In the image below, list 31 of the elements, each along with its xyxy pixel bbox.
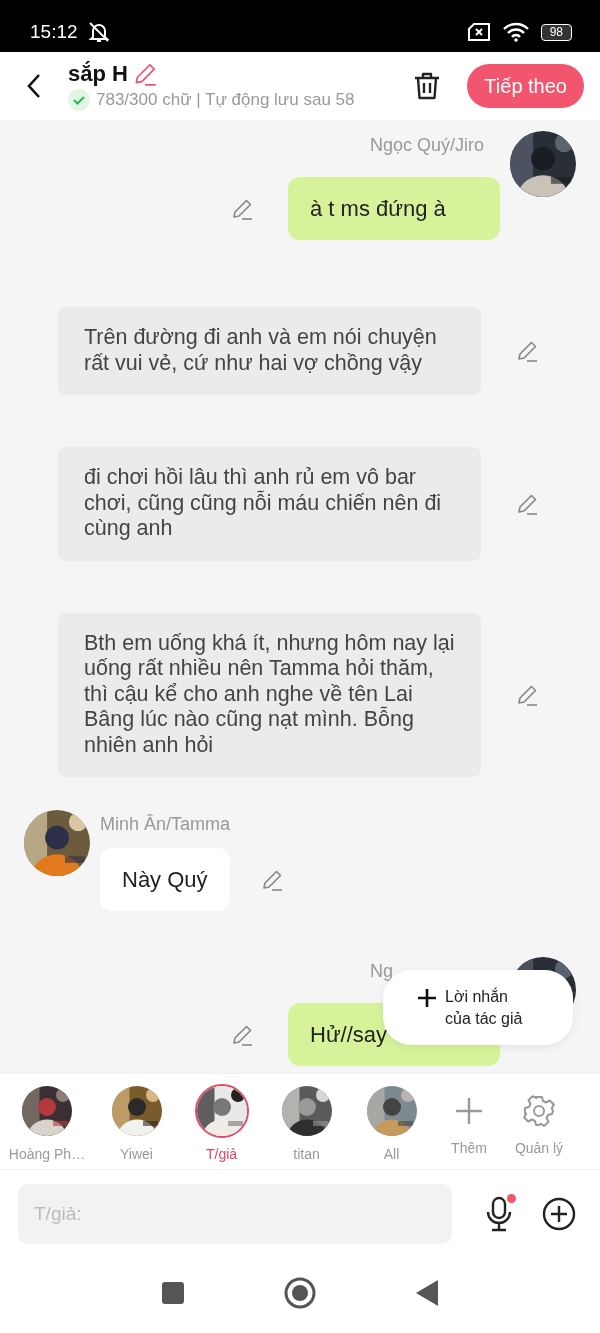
add-circle-icon[interactable] xyxy=(542,1197,576,1231)
narration-block: Bth em uống khá ít, nhưng hôm nay lại uống rất nhiều nên Tamma hỏi thăm, thì cậu kể cho anh nghe về tên Lai Bâng lúc nào cũng nạt mình. Bỗng nhiên anh hỏi xyxy=(58,612,481,777)
plus-icon xyxy=(453,1095,485,1127)
settings-icon xyxy=(523,1095,555,1127)
sender-name: Minh Ân/Tamma xyxy=(100,813,232,836)
recents-icon[interactable] xyxy=(162,1281,184,1304)
home-icon[interactable] xyxy=(284,1276,316,1309)
message-bubble: Này Quý xyxy=(100,848,230,911)
manage-button[interactable]: Quản lý xyxy=(504,1084,574,1156)
narration-block: đi chơi hồi lâu thì anh rủ em vô bar chơi, cũng cũng nỗi máu chiến nên đi cùng anh xyxy=(58,447,481,561)
add-button[interactable]: Thêm xyxy=(434,1084,504,1156)
edit-icon[interactable] xyxy=(515,339,539,363)
trash-icon[interactable] xyxy=(413,71,442,101)
clock-time: 15:12 xyxy=(30,21,78,43)
back-icon[interactable] xyxy=(416,1279,438,1306)
plus-icon xyxy=(417,988,437,1008)
word-count: 783/300 chữ | Tự động lưu sau 58 xyxy=(96,90,355,110)
sender-name: Ngọc Quý/Jiro xyxy=(370,134,486,157)
narration-block: Trên đường đi anh và em nói chuyện rất vui vẻ, cứ như hai vợ chồng vậy xyxy=(58,307,481,395)
character-tab[interactable]: T/giả xyxy=(179,1084,264,1162)
microphone-icon[interactable] xyxy=(484,1196,514,1232)
story-title: sắp H xyxy=(68,61,128,87)
wifi-icon xyxy=(502,22,529,42)
next-button[interactable]: Tiếp theo xyxy=(467,64,584,108)
character-tab[interactable]: titan xyxy=(264,1084,349,1162)
battery-level: 98 xyxy=(540,23,572,41)
character-tab[interactable]: Yiwei xyxy=(94,1084,179,1162)
character-tab[interactable]: All xyxy=(349,1084,434,1162)
character-tab[interactable]: Hoàng Ph… xyxy=(0,1084,94,1162)
no-sim-icon xyxy=(466,22,491,42)
message-bubble: à t ms đứng à xyxy=(288,177,500,240)
